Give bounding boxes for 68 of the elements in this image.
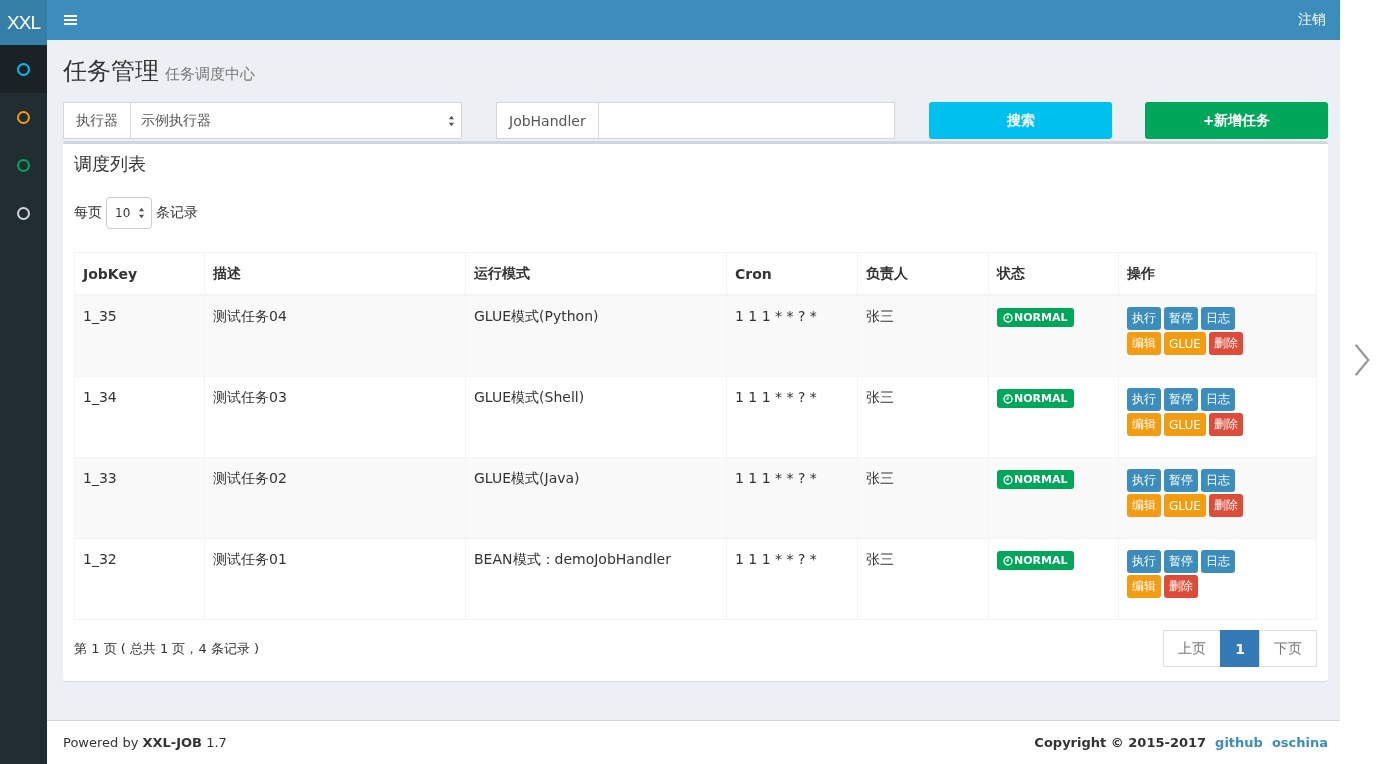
action-button[interactable]: 执行 bbox=[1127, 388, 1161, 412]
panel-title: 调度列表 bbox=[74, 152, 147, 177]
table-cell: 张三 bbox=[857, 295, 989, 377]
action-button[interactable]: 执行 bbox=[1127, 550, 1161, 574]
action-button[interactable]: 删除 bbox=[1208, 413, 1243, 437]
add-job-button[interactable]: +新增任务 bbox=[1145, 102, 1328, 140]
action-button[interactable]: 执行 bbox=[1127, 307, 1161, 331]
table-cell: 张三 bbox=[857, 457, 989, 539]
table-info: 第 1 页 ( 总共 1 页，4 条记录 ) bbox=[74, 639, 259, 658]
action-button[interactable]: 删除 bbox=[1164, 575, 1198, 599]
powered-by-text: Powered by XXL-JOB 1.7 bbox=[63, 735, 227, 751]
page-size-label: 每页 bbox=[74, 204, 102, 223]
footer-link[interactable]: github bbox=[1215, 735, 1263, 751]
logo: XXL bbox=[0, 0, 47, 45]
action-button[interactable]: 暂停 bbox=[1164, 550, 1198, 574]
table-cell: 1 1 1 * * ? * bbox=[726, 295, 858, 377]
status-badge: NORMAL bbox=[997, 308, 1074, 328]
table-cell: 1_34 bbox=[74, 376, 205, 458]
table-cell: 测试任务02 bbox=[204, 457, 466, 539]
table-cell: 张三 bbox=[857, 376, 989, 458]
page-size-select[interactable]: 10 bbox=[106, 197, 153, 230]
logout-link[interactable]: 注销 bbox=[1298, 11, 1326, 30]
table-cell: 测试任务01 bbox=[204, 538, 466, 620]
search-button[interactable]: 搜索 bbox=[929, 102, 1112, 140]
footer-link[interactable]: oschina bbox=[1271, 735, 1328, 751]
table-cell: 测试任务03 bbox=[204, 376, 466, 458]
table-cell: 1 1 1 * * ? * bbox=[726, 538, 858, 620]
table-cell: GLUE模式(Python) bbox=[465, 295, 727, 377]
action-button[interactable]: 日志 bbox=[1201, 469, 1235, 493]
sort-arrows-icon bbox=[138, 207, 146, 220]
table-cell: 张三 bbox=[857, 538, 989, 620]
table-cell: 1_35 bbox=[74, 295, 205, 377]
action-button[interactable]: 编辑 bbox=[1127, 494, 1161, 518]
table-cell: 1_32 bbox=[74, 538, 205, 620]
page-size-label: 条记录 bbox=[156, 204, 199, 223]
action-button[interactable]: 执行 bbox=[1127, 469, 1161, 493]
status-badge: NORMAL bbox=[997, 389, 1074, 409]
action-button[interactable]: 暂停 bbox=[1164, 388, 1198, 412]
sidebar-item[interactable] bbox=[0, 45, 47, 93]
action-button[interactable]: 编辑 bbox=[1127, 575, 1161, 599]
page-subtitle: 任务调度中心 bbox=[165, 64, 255, 84]
table-cell: 1 1 1 * * ? * bbox=[726, 457, 858, 539]
pagination-button[interactable]: 1 bbox=[1220, 630, 1260, 668]
action-button[interactable]: GLUE bbox=[1164, 413, 1206, 437]
table-cell: 测试任务04 bbox=[204, 295, 466, 377]
action-button[interactable]: 暂停 bbox=[1164, 469, 1198, 493]
action-button[interactable]: GLUE bbox=[1164, 332, 1206, 356]
page-title: 任务管理 bbox=[63, 56, 159, 88]
action-button[interactable]: 删除 bbox=[1208, 332, 1243, 356]
status-badge: NORMAL bbox=[997, 470, 1074, 490]
pagination-button[interactable]: 下页 bbox=[1259, 630, 1317, 668]
action-button[interactable]: 编辑 bbox=[1127, 332, 1161, 356]
action-button[interactable]: 编辑 bbox=[1127, 413, 1161, 437]
table-cell: GLUE模式(Shell) bbox=[465, 376, 727, 458]
copyright-text: Copyright © 2015-2017 bbox=[1034, 735, 1207, 751]
table-cell: BEAN模式：demoJobHandler bbox=[465, 538, 727, 620]
action-button[interactable]: 删除 bbox=[1208, 494, 1243, 518]
menu-icon[interactable] bbox=[64, 15, 77, 26]
action-button[interactable]: 日志 bbox=[1201, 388, 1235, 412]
table-cell: 1_33 bbox=[74, 457, 205, 539]
status-badge: NORMAL bbox=[997, 551, 1074, 571]
table-cell: GLUE模式(Java) bbox=[465, 457, 727, 539]
action-button[interactable]: GLUE bbox=[1164, 494, 1206, 518]
table-cell: 1 1 1 * * ? * bbox=[726, 376, 858, 458]
action-button[interactable]: 日志 bbox=[1201, 307, 1235, 331]
action-button[interactable]: 日志 bbox=[1201, 550, 1235, 574]
action-button[interactable]: 暂停 bbox=[1164, 307, 1198, 331]
chevron-right-icon[interactable] bbox=[1352, 342, 1372, 378]
